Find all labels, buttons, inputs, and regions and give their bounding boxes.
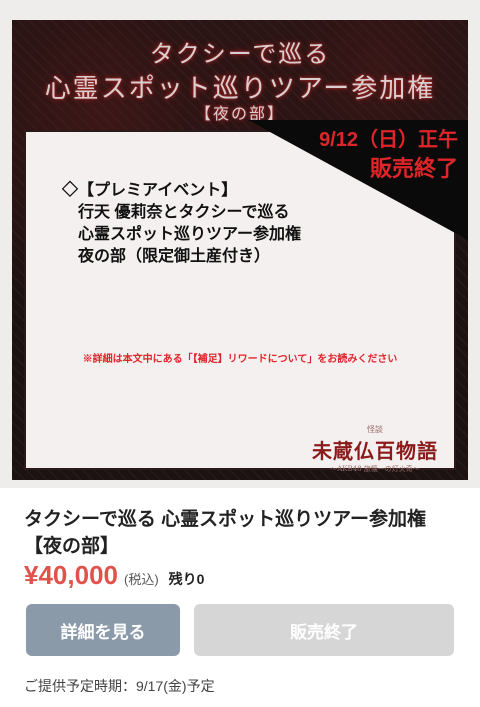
- brand-name: 未蔵仏百物語: [312, 439, 438, 463]
- brand-tagline: 〜AKB48 旅懐一の灯火奇〜: [330, 465, 420, 473]
- event-description: ◇【プレミアイベント】 行天 優莉奈とタクシーで巡る 心霊スポット巡りツアー参加…: [62, 180, 301, 268]
- reward-card: タクシーで巡る 心霊スポット巡りツアー参加権 【夜の部】 9/12（日）正午 販…: [0, 0, 480, 707]
- details-notice: ※詳細は本文中にある「【補足】リワードについて」をお読みください: [82, 354, 398, 365]
- view-details-button[interactable]: 詳細を見る: [26, 604, 180, 656]
- sale-date: 9/12（日）正午: [319, 129, 458, 151]
- event-line-heading: ◇【プレミアイベント】: [62, 182, 238, 199]
- event-line: 行天 優莉奈とタクシーで巡る: [78, 204, 290, 221]
- brand-sub: 怪談: [367, 425, 383, 434]
- reward-image-area: タクシーで巡る 心霊スポット巡りツアー参加権 【夜の部】 9/12（日）正午 販…: [0, 0, 480, 488]
- delivery-schedule: ご提供予定時期：9/17(金)予定: [24, 678, 215, 694]
- tax-note: (税込): [123, 572, 159, 587]
- event-line: 夜の部（限定御土産付き）: [78, 248, 271, 265]
- product-title: タクシーで巡る 心霊スポット巡りツアー参加権 【夜の部】: [24, 509, 427, 557]
- brand-logo: 怪談 未蔵仏百物語 〜AKB48 旅懐一の灯火奇〜: [300, 424, 450, 474]
- event-line: 心霊スポット巡りツアー参加権: [78, 226, 302, 243]
- price-row: ¥40,000 (税込) 残り0: [24, 560, 204, 594]
- remaining-count: 残り0: [168, 571, 205, 587]
- sale-notice: 9/12（日）正午 販売終了: [258, 126, 458, 184]
- reward-banner-image[interactable]: タクシーで巡る 心霊スポット巡りツアー参加権 【夜の部】 9/12（日）正午 販…: [12, 20, 468, 480]
- sold-out-button: 販売終了: [194, 604, 454, 656]
- banner-title-line1: タクシーで巡る: [149, 40, 331, 68]
- price: ¥40,000: [24, 560, 118, 590]
